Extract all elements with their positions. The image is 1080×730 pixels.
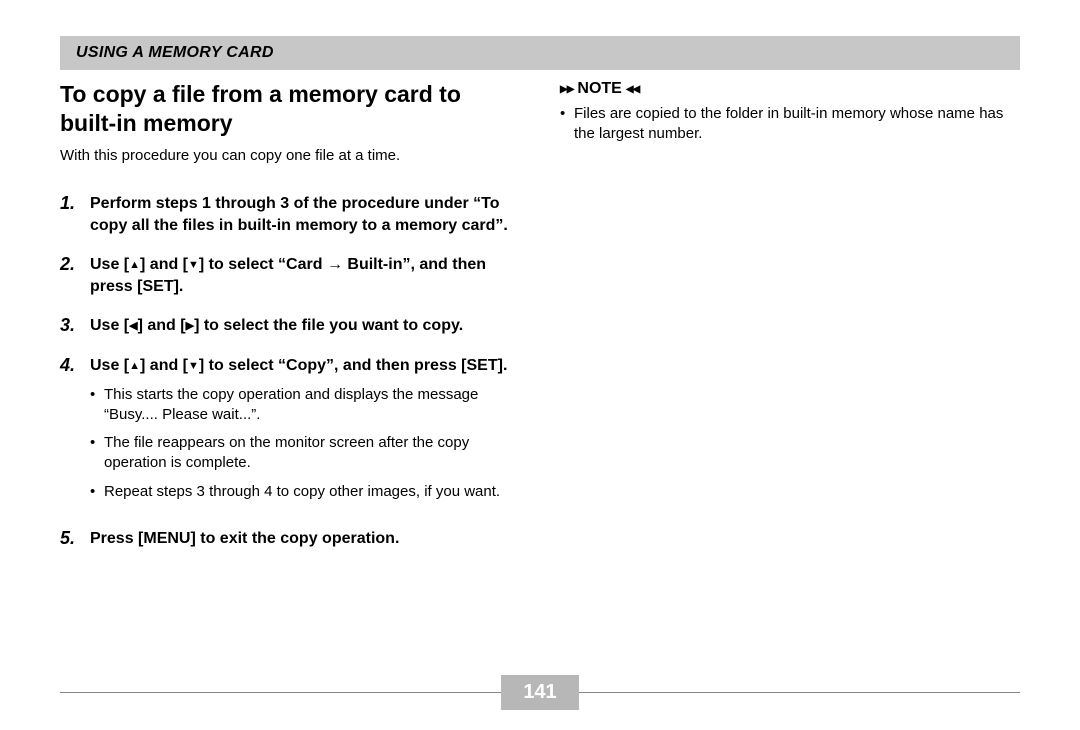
bullet-icon: • — [560, 104, 574, 145]
note-leading-icon: ▶▶ — [560, 84, 573, 95]
list-item: •This starts the copy operation and disp… — [90, 385, 520, 426]
list-item: •Repeat steps 3 through 4 to copy other … — [90, 482, 520, 502]
text-fragment: ] to select “Copy”, and then press [SET]… — [199, 357, 508, 374]
note-trailing-icon: ◀◀ — [626, 84, 639, 95]
step-number: 2. — [60, 254, 90, 297]
left-column: To copy a file from a memory card to bui… — [60, 80, 520, 567]
step-number: 4. — [60, 355, 90, 510]
triangle-down-icon: ▼ — [188, 258, 199, 273]
text-fragment: Use [ — [90, 317, 129, 334]
right-column: ▶▶ NOTE ◀◀ •Files are copied to the fold… — [560, 80, 1020, 567]
sub-bullets: •This starts the copy operation and disp… — [90, 385, 520, 502]
step-body: Use [▲] and [▼] to select “Card → Built-… — [90, 254, 520, 297]
triangle-right-icon: ▶ — [186, 319, 194, 334]
step-number: 3. — [60, 315, 90, 337]
note-heading: ▶▶ NOTE ◀◀ — [560, 80, 1020, 98]
step-text: Use [▲] and [▼] to select “Copy”, and th… — [90, 355, 520, 377]
list-item: •The file reappears on the monitor scree… — [90, 433, 520, 474]
step-5: 5. Press [MENU] to exit the copy operati… — [60, 528, 520, 550]
triangle-left-icon: ◀ — [129, 319, 137, 334]
footer-rule-left — [60, 692, 501, 693]
triangle-up-icon: ▲ — [129, 258, 140, 273]
step-text: Use [▲] and [▼] to select “Card → Built-… — [90, 254, 520, 297]
bullet-icon: • — [90, 385, 104, 426]
section-title: USING A MEMORY CARD — [76, 44, 1004, 62]
page-footer: 141 — [60, 675, 1020, 710]
step-body: Press [MENU] to exit the copy operation. — [90, 528, 520, 550]
step-body: Use [▲] and [▼] to select “Copy”, and th… — [90, 355, 520, 510]
triangle-up-icon: ▲ — [129, 359, 140, 374]
bullet-text: Repeat steps 3 through 4 to copy other i… — [104, 482, 500, 502]
step-1: 1. Perform steps 1 through 3 of the proc… — [60, 193, 520, 236]
step-number: 5. — [60, 528, 90, 550]
step-3: 3. Use [◀] and [▶] to select the file yo… — [60, 315, 520, 337]
bullet-text: This starts the copy operation and displ… — [104, 385, 520, 426]
intro-text: With this procedure you can copy one fil… — [60, 146, 520, 166]
text-fragment: Use [ — [90, 256, 129, 273]
text-fragment: ] to select “Card — [199, 256, 327, 273]
bullet-text: The file reappears on the monitor screen… — [104, 433, 520, 474]
bullet-icon: • — [90, 482, 104, 502]
section-header-bar: USING A MEMORY CARD — [60, 36, 1020, 70]
page-title: To copy a file from a memory card to bui… — [60, 80, 520, 138]
arrow-right-icon: → — [327, 256, 343, 273]
content-columns: To copy a file from a memory card to bui… — [60, 80, 1020, 567]
note-list: •Files are copied to the folder in built… — [560, 104, 1020, 145]
manual-page: USING A MEMORY CARD To copy a file from … — [0, 0, 1080, 730]
note-text: Files are copied to the folder in built-… — [574, 104, 1020, 145]
step-number: 1. — [60, 193, 90, 236]
step-4: 4. Use [▲] and [▼] to select “Copy”, and… — [60, 355, 520, 510]
procedure-steps: 1. Perform steps 1 through 3 of the proc… — [60, 193, 520, 549]
step-text: Press [MENU] to exit the copy operation. — [90, 528, 520, 550]
text-fragment: ] and [ — [140, 357, 188, 374]
text-fragment: ] and [ — [140, 256, 188, 273]
footer-line: 141 — [60, 675, 1020, 710]
page-number: 141 — [501, 675, 578, 710]
step-body: Perform steps 1 through 3 of the procedu… — [90, 193, 520, 236]
step-body: Use [◀] and [▶] to select the file you w… — [90, 315, 520, 337]
step-text: Use [◀] and [▶] to select the file you w… — [90, 315, 520, 337]
step-text: Perform steps 1 through 3 of the procedu… — [90, 193, 520, 236]
text-fragment: Use [ — [90, 357, 129, 374]
step-2: 2. Use [▲] and [▼] to select “Card → Bui… — [60, 254, 520, 297]
note-label: NOTE — [577, 80, 621, 98]
footer-rule-right — [579, 692, 1020, 693]
text-fragment: ] to select the file you want to copy. — [194, 317, 463, 334]
triangle-down-icon: ▼ — [188, 359, 199, 374]
bullet-icon: • — [90, 433, 104, 474]
text-fragment: ] and [ — [138, 317, 186, 334]
list-item: •Files are copied to the folder in built… — [560, 104, 1020, 145]
